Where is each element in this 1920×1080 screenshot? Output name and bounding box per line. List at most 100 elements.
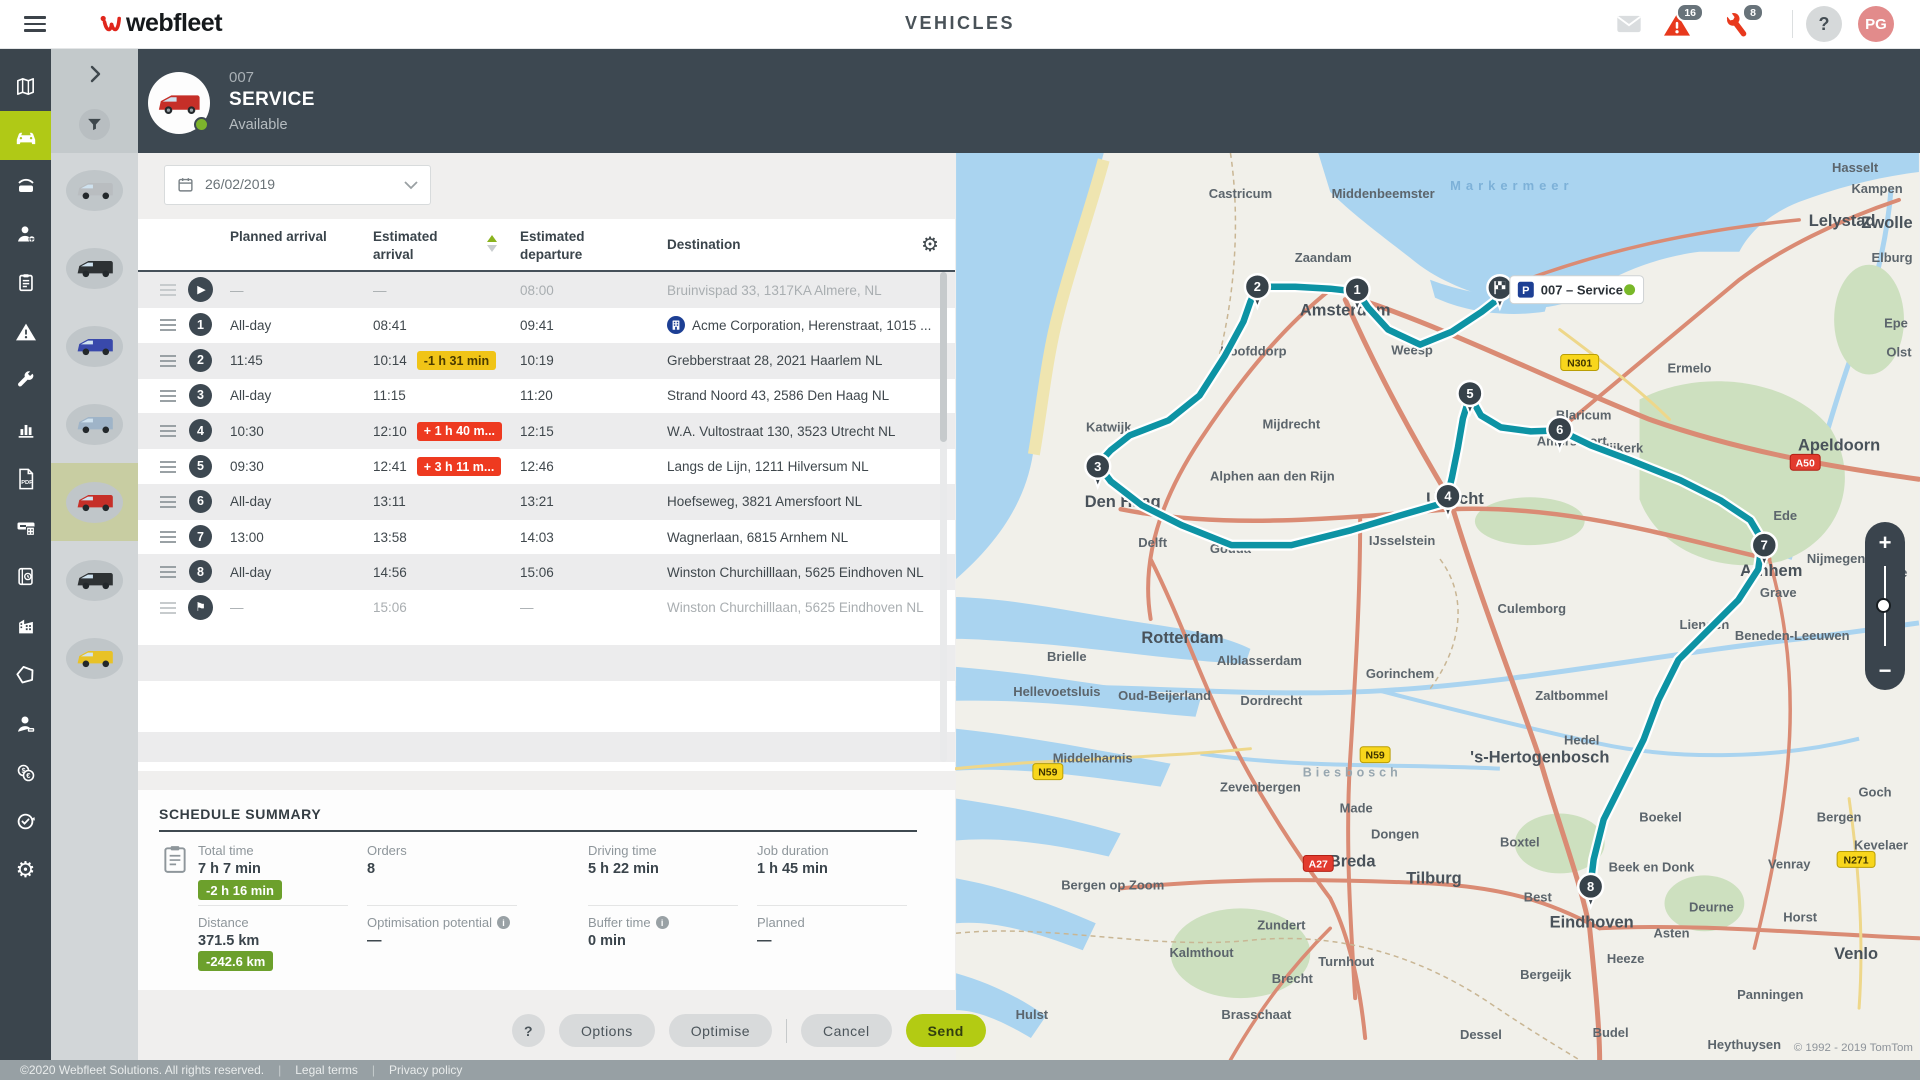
send-button[interactable]: Send <box>906 1014 986 1047</box>
drag-handle-icon[interactable] <box>160 360 176 362</box>
vehicle-list-column <box>51 49 138 1060</box>
filter-icon[interactable] <box>79 109 110 140</box>
map-city-label: Alphen aan den Rijn <box>1210 468 1335 483</box>
sidebar-item-hardware[interactable] <box>0 503 51 552</box>
estimated-arrival: 13:58 <box>373 519 407 555</box>
destination: Winston Churchilllaan, 5625 Eindhoven NL <box>667 590 932 626</box>
red-van-image <box>156 89 202 117</box>
vehicle-thumbnail[interactable] <box>51 229 138 307</box>
map-city-label: Culemborg <box>1498 601 1567 616</box>
map[interactable]: CastricumMiddenbeemsterHasseltKampenLely… <box>955 153 1920 1060</box>
map-city-label: Deurne <box>1689 899 1734 914</box>
table-row[interactable]: 6All-day13:1113:21Hoefseweg, 3821 Amersf… <box>138 484 955 520</box>
sidebar-item-costs[interactable]: $€ <box>0 748 51 797</box>
svg-text:P: P <box>1522 285 1529 297</box>
service-icon[interactable]: 8 <box>1722 10 1752 40</box>
table-settings-gear-icon[interactable]: ⚙ <box>921 232 939 256</box>
table-row[interactable]: 1All-day08:4109:41Acme Corporation, Here… <box>138 307 955 343</box>
drag-handle-icon[interactable] <box>160 289 176 291</box>
date-picker[interactable]: 26/02/2019 <box>164 165 431 205</box>
privacy-policy-link[interactable]: Privacy policy <box>389 1063 462 1077</box>
estimated-arrival: 11:15 <box>373 378 406 414</box>
sidebar-item-company[interactable] <box>0 601 51 650</box>
zoom-slider-knob[interactable] <box>1876 598 1891 613</box>
col-estimated-departure[interactable]: Estimated departure <box>520 228 640 263</box>
sidebar-item-orders[interactable] <box>0 258 51 307</box>
drag-handle-icon[interactable] <box>160 571 176 573</box>
sidebar-item-areas[interactable] <box>0 650 51 699</box>
sidebar-item-drivers[interactable] <box>0 209 51 258</box>
sidebar-item-settings[interactable]: ⚙ <box>0 846 51 895</box>
table-row[interactable]: 410:3012:10+ 1 h 40 m...12:15W.A. Vultos… <box>138 413 955 449</box>
table-row[interactable]: 509:3012:41+ 3 h 11 m...12:46Langs de Li… <box>138 449 955 485</box>
options-button[interactable]: Options <box>559 1014 655 1047</box>
vehicle-thumbnail[interactable] <box>51 541 138 619</box>
list-scrollbar[interactable] <box>940 272 947 762</box>
messages-icon[interactable] <box>1615 10 1645 40</box>
sidebar-item-devices[interactable] <box>0 160 51 209</box>
vehicle-thumbnail-selected[interactable] <box>51 463 138 541</box>
map-city-label: Tilburg <box>1406 869 1461 887</box>
road-badge: A27 <box>1303 855 1333 871</box>
table-row[interactable]: ▶——08:00Bruinvispad 33, 1317KA Almere, N… <box>138 272 955 308</box>
alerts-icon[interactable]: 16 <box>1662 10 1692 40</box>
sidebar-item-map[interactable] <box>0 62 51 111</box>
drag-handle-icon[interactable] <box>160 395 176 397</box>
drag-handle-icon[interactable] <box>160 466 176 468</box>
col-estimated-arrival[interactable]: Estimated arrival <box>373 228 468 263</box>
footer-copyright: ©2020 Webfleet Solutions. All rights res… <box>20 1063 264 1077</box>
info-icon[interactable]: i <box>656 916 669 929</box>
destination: Wagnerlaan, 6815 Arnhem NL <box>667 519 932 555</box>
vehicle-thumbnail[interactable] <box>51 151 138 229</box>
scrollbar-thumb[interactable] <box>940 272 947 442</box>
drag-handle-icon[interactable] <box>160 607 176 609</box>
map-zoom-control[interactable]: + − <box>1865 522 1905 690</box>
drag-handle-icon[interactable] <box>160 324 176 326</box>
vehicle-map-tooltip[interactable]: P007 – Service <box>1510 276 1644 304</box>
drag-handle-icon[interactable] <box>160 430 176 432</box>
info-icon[interactable]: i <box>497 916 510 929</box>
destination: Acme Corporation, Herenstraat, 1015 ... <box>667 307 932 343</box>
table-row[interactable]: 8All-day14:5615:06Winston Churchilllaan,… <box>138 554 955 590</box>
map-city-label: Nijmegen <box>1807 551 1865 566</box>
map-city-label: Venray <box>1768 856 1811 871</box>
collapse-panel-icon[interactable] <box>83 62 107 86</box>
sidebar-item-logbook[interactable] <box>0 552 51 601</box>
zoom-out-button[interactable]: − <box>1865 658 1905 684</box>
zoom-in-button[interactable]: + <box>1865 530 1905 556</box>
summary-separator <box>198 905 348 906</box>
sidebar-item-alerts[interactable] <box>0 307 51 356</box>
vehicle-thumbnail[interactable] <box>51 385 138 463</box>
schedule-help-button[interactable]: ? <box>512 1014 545 1047</box>
table-row[interactable]: 211:4510:14-1 h 31 min10:19Grebberstraat… <box>138 343 955 379</box>
table-row[interactable]: 3All-day11:1511:20Strand Noord 43, 2586 … <box>138 378 955 414</box>
vehicle-thumbnail[interactable] <box>51 619 138 697</box>
avatar[interactable]: PG <box>1858 6 1894 42</box>
sidebar-item-reports[interactable] <box>0 405 51 454</box>
help-button[interactable]: ? <box>1806 6 1842 42</box>
road-badge: N59 <box>1033 764 1063 780</box>
sidebar-item-vehicles[interactable] <box>0 111 51 160</box>
svg-text:N59: N59 <box>1366 751 1385 762</box>
optimise-button[interactable]: Optimise <box>669 1014 772 1047</box>
map-city-label: IJsselstein <box>1369 533 1435 548</box>
destination: Hoefseweg, 3821 Amersfoort NL <box>667 484 932 520</box>
table-row[interactable]: 713:0013:5814:03Wagnerlaan, 6815 Arnhem … <box>138 519 955 555</box>
map-copyright: © 1992 - 2019 TomTom <box>1794 1042 1913 1054</box>
sidebar-item-compliance[interactable] <box>0 797 51 846</box>
cancel-button[interactable]: Cancel <box>801 1014 892 1047</box>
drag-handle-icon[interactable] <box>160 501 176 503</box>
table-row[interactable]: ⚑—15:06—Winston Churchilllaan, 5625 Eind… <box>138 590 955 626</box>
map-city-label: Zaltbommel <box>1535 688 1608 703</box>
sidebar-item-pdf-reports[interactable]: PDF <box>0 454 51 503</box>
col-planned-arrival[interactable]: Planned arrival <box>230 228 350 246</box>
vehicle-thumbnail[interactable] <box>51 307 138 385</box>
col-destination[interactable]: Destination <box>667 236 787 254</box>
sidebar-item-users[interactable] <box>0 699 51 748</box>
sort-indicator[interactable] <box>487 235 497 252</box>
legal-terms-link[interactable]: Legal terms <box>295 1063 358 1077</box>
estimated-departure: 13:21 <box>520 484 554 520</box>
destination: Grebberstraat 28, 2021 Haarlem NL <box>667 343 932 379</box>
sidebar-item-service[interactable] <box>0 356 51 405</box>
drag-handle-icon[interactable] <box>160 536 176 538</box>
